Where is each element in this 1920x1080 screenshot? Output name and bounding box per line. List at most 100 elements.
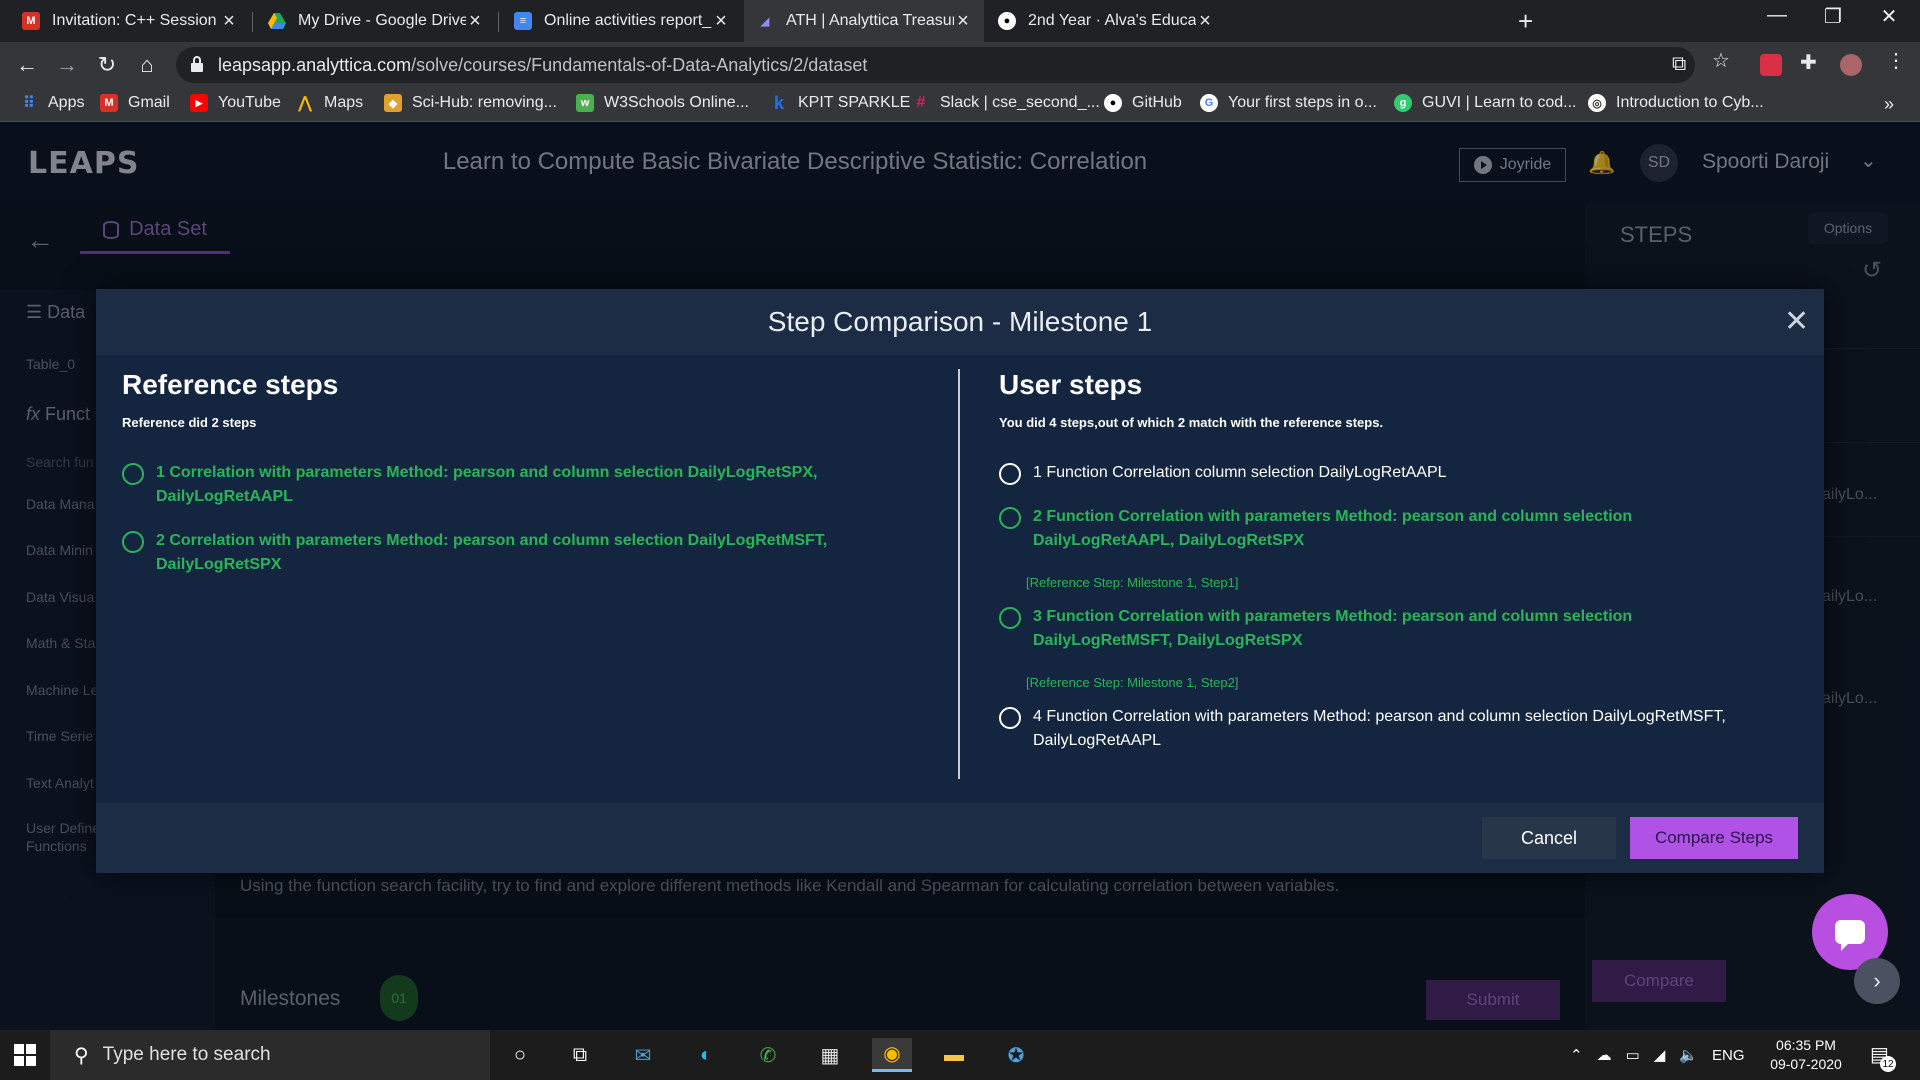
close-icon[interactable]: ✕ [1784, 307, 1809, 337]
step-radio[interactable] [999, 507, 1021, 529]
close-tab-icon[interactable]: × [466, 10, 484, 33]
extension-icon[interactable] [1760, 54, 1782, 76]
github-icon: ● [1104, 94, 1122, 112]
menu-kebab-icon[interactable]: ⋮ [1886, 48, 1906, 73]
system-tray: ⌃ ☁ ▭ ◢ 🔈 ENG [1570, 1030, 1745, 1080]
new-tab-button[interactable]: + [1518, 6, 1533, 37]
reference-heading: Reference steps [122, 369, 339, 400]
bookmark-gmail[interactable]: M Gmail [100, 94, 170, 112]
reference-subheading: Reference did 2 steps [122, 415, 257, 430]
whatsapp-icon[interactable]: ✆ [748, 1038, 788, 1072]
windows-start-icon[interactable] [14, 1044, 36, 1066]
chrome-icon[interactable]: ◉ [872, 1038, 912, 1072]
reference-step[interactable]: 2 Correlation with parameters Method: pe… [122, 529, 862, 577]
home-icon[interactable]: ⌂ [132, 50, 162, 80]
browser-tab[interactable]: ≡ Online activities report_9thJuly(4/ × [502, 0, 742, 42]
step-radio[interactable] [999, 707, 1021, 729]
gmail-icon: M [22, 12, 40, 30]
step-radio[interactable] [122, 531, 144, 553]
browser-tab[interactable]: ● 2nd Year · Alva's Education Found × [986, 0, 1226, 42]
bookmark-w3schools[interactable]: w W3Schools Online... [576, 94, 749, 112]
edge-icon[interactable]: ◐ [686, 1038, 726, 1072]
browser-tab-active[interactable]: ◢ ATH | Analyttica TreasureHunt Le × [744, 0, 984, 42]
battery-icon[interactable]: ▭ [1626, 1046, 1640, 1064]
bookmark-maps[interactable]: ⋀ Maps [296, 94, 363, 112]
bookmark-apps[interactable]: ⠿ Apps [20, 94, 84, 112]
onedrive-icon[interactable]: ☁ [1597, 1046, 1612, 1064]
tab-separator [252, 12, 253, 32]
tab-title: 2nd Year · Alva's Education Found [1028, 12, 1196, 29]
profile-avatar[interactable] [1840, 54, 1862, 76]
browser-tab[interactable]: M Invitation: C++ Session @ Thu 9 × [10, 0, 250, 42]
reference-match-note: [Reference Step: Milestone 1, Step2] [1026, 675, 1239, 690]
user-step[interactable]: 2 Function Correlation with parameters M… [999, 505, 1739, 553]
tab-title: My Drive - Google Drive [298, 12, 466, 29]
bookmark-label: Your first steps in o... [1228, 94, 1377, 111]
next-arrow-button[interactable]: › [1854, 958, 1900, 1004]
wifi-icon[interactable]: ◢ [1654, 1046, 1666, 1064]
step-comparison-modal: Step Comparison - Milestone 1 ✕ Referenc… [96, 289, 1824, 873]
close-tab-icon[interactable]: × [1196, 10, 1214, 33]
forward-icon[interactable]: → [52, 50, 82, 80]
language-indicator[interactable]: ENG [1712, 1047, 1745, 1064]
extensions-puzzle-icon[interactable]: ✚ [1800, 50, 1817, 75]
user-step[interactable]: 3 Function Correlation with parameters M… [999, 605, 1739, 653]
store-icon[interactable]: ▦ [810, 1038, 850, 1072]
cortana-icon[interactable]: ○ [500, 1038, 540, 1072]
windows-taskbar: ⚲ Type here to search ○ ⧉ ✉ ◐ ✆ ▦ ◉ ▬ ✪ … [0, 1030, 1920, 1080]
back-icon[interactable]: ← [12, 50, 42, 80]
drive-icon [268, 12, 286, 30]
step-text: 4 Function Correlation with parameters M… [1033, 708, 1726, 749]
chevron-up-icon[interactable]: ⌃ [1570, 1046, 1583, 1064]
w3schools-icon: w [576, 94, 594, 112]
task-view-icon[interactable]: ⧉ [560, 1038, 600, 1072]
minimize-icon[interactable]: — [1754, 4, 1800, 27]
bookmark-slack[interactable]: # Slack | cse_second_... [912, 94, 1100, 112]
taskbar-search-input[interactable]: ⚲ Type here to search [50, 1030, 490, 1080]
bookmark-label: W3Schools Online... [604, 94, 749, 111]
bookmark-kpit[interactable]: k KPIT SPARKLE [770, 92, 910, 113]
browser-tab-bar: M Invitation: C++ Session @ Thu 9 × My D… [0, 0, 1920, 42]
restore-icon[interactable]: ❐ [1810, 4, 1856, 29]
browser-tab[interactable]: My Drive - Google Drive × [256, 0, 496, 42]
bookmark-guvi[interactable]: g GUVI | Learn to cod... [1394, 94, 1576, 112]
bookmark-label: Slack | cse_second_... [940, 94, 1100, 111]
cancel-button[interactable]: Cancel [1482, 817, 1616, 859]
step-text: 1 Function Correlation column selection … [1033, 464, 1447, 481]
translate-icon[interactable]: ⧉ [1672, 53, 1686, 76]
bookmark-star-icon[interactable]: ☆ [1712, 48, 1730, 73]
close-tab-icon[interactable]: × [712, 10, 730, 33]
close-window-icon[interactable]: ✕ [1866, 4, 1912, 29]
bookmark-cyber[interactable]: ◎ Introduction to Cyb... [1588, 94, 1764, 112]
address-bar: ← → ↻ ⌂ leapsapp.analyttica.com/solve/co… [0, 42, 1920, 88]
user-step[interactable]: 1 Function Correlation column selection … [999, 461, 1739, 485]
reference-step[interactable]: 1 Correlation with parameters Method: pe… [122, 461, 862, 509]
bookmark-youtube[interactable]: ▶ YouTube [190, 94, 281, 112]
step-radio[interactable] [999, 607, 1021, 629]
youtube-icon: ▶ [190, 94, 208, 112]
url-field[interactable]: leapsapp.analyttica.com/solve/courses/Fu… [176, 47, 1695, 83]
bookmark-scihub[interactable]: ◆ Sci-Hub: removing... [384, 94, 557, 112]
compare-steps-button[interactable]: Compare Steps [1630, 817, 1798, 859]
user-step[interactable]: 4 Function Correlation with parameters M… [999, 705, 1739, 753]
mail-icon[interactable]: ✉ [623, 1038, 663, 1072]
bookmark-github[interactable]: ● GitHub [1104, 94, 1182, 112]
close-tab-icon[interactable]: × [220, 10, 238, 33]
scihub-icon: ◆ [384, 94, 402, 112]
close-tab-icon[interactable]: × [954, 10, 972, 33]
app-icon[interactable]: ✪ [996, 1038, 1036, 1072]
reload-icon[interactable]: ↻ [92, 50, 122, 80]
clock[interactable]: 06:35 PM 09-07-2020 [1766, 1036, 1846, 1074]
bookmark-google[interactable]: G Your first steps in o... [1200, 94, 1377, 112]
kpit-icon: k [773, 92, 784, 113]
step-text: 2 Function Correlation with parameters M… [1033, 508, 1633, 549]
search-icon: ⚲ [74, 1044, 89, 1067]
file-explorer-icon[interactable]: ▬ [934, 1038, 974, 1072]
step-radio[interactable] [999, 463, 1021, 485]
bookmark-label: GitHub [1132, 94, 1182, 111]
step-radio[interactable] [122, 463, 144, 485]
notification-count-badge: 12 [1880, 1056, 1896, 1072]
volume-icon[interactable]: 🔈 [1679, 1046, 1698, 1064]
bookmarks-overflow-icon[interactable]: » [1884, 94, 1894, 115]
bookmark-label: Apps [48, 94, 85, 111]
